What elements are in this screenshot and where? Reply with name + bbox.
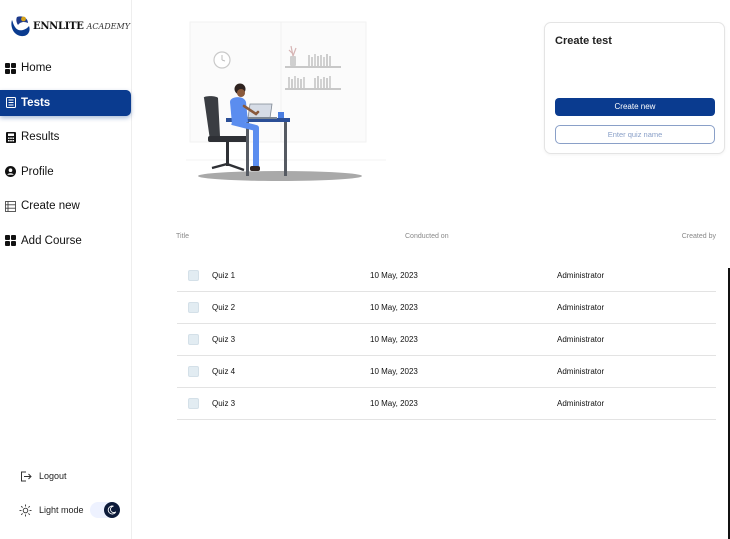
row-title: Quiz 2 xyxy=(212,303,236,312)
brand-logo[interactable]: ENNLITE ACADEMY xyxy=(8,12,130,40)
row-title: Quiz 4 xyxy=(212,367,236,376)
row-created-by: Administrator xyxy=(557,335,605,344)
moon-icon xyxy=(103,502,120,518)
row-title: Quiz 1 xyxy=(212,271,236,280)
row-date: 10 May, 2023 xyxy=(370,335,418,344)
brand-name: ENNLITE xyxy=(33,20,84,32)
tests-table-header: Title Conducted on Created by xyxy=(176,233,716,243)
create-test-title: Create test xyxy=(555,35,612,47)
brand-subtitle: ACADEMY xyxy=(86,21,130,31)
quiz-name-input[interactable] xyxy=(555,125,715,144)
table-row[interactable]: Quiz 3 10 May, 2023 Administrator xyxy=(177,388,716,420)
user-circle-icon xyxy=(5,166,16,177)
list-icon xyxy=(5,200,16,212)
sidebar-item-label: Tests xyxy=(21,96,51,109)
table-row[interactable]: Quiz 2 10 May, 2023 Administrator xyxy=(177,292,716,324)
sidebar-item-add-course[interactable]: Add Course xyxy=(0,228,132,254)
grid-icon xyxy=(5,235,16,246)
row-date: 10 May, 2023 xyxy=(370,303,418,312)
column-header-title: Title xyxy=(176,233,189,240)
light-mode-control: Light mode xyxy=(18,502,120,518)
column-header-conducted-on: Conducted on xyxy=(405,233,449,240)
sidebar-item-label: Results xyxy=(21,131,60,143)
document-icon xyxy=(5,97,16,108)
grid-icon xyxy=(5,62,16,74)
row-date: 10 May, 2023 xyxy=(370,399,418,408)
logout-icon xyxy=(18,469,32,483)
row-title: Quiz 3 xyxy=(212,399,236,408)
sidebar-item-create-new[interactable]: Create new xyxy=(0,193,132,219)
sidebar: ENNLITE ACADEMY Home Tests Results Profi… xyxy=(0,0,132,539)
sidebar-item-home[interactable]: Home xyxy=(0,55,132,81)
row-checkbox[interactable] xyxy=(188,270,199,281)
sidebar-item-profile[interactable]: Profile xyxy=(0,159,132,185)
table-row[interactable]: Quiz 3 10 May, 2023 Administrator xyxy=(177,324,716,356)
row-created-by: Administrator xyxy=(557,367,605,376)
person-at-desk-illustration xyxy=(186,21,386,181)
sun-icon xyxy=(18,503,32,517)
row-created-by: Administrator xyxy=(557,271,605,280)
row-checkbox[interactable] xyxy=(188,398,199,409)
sidebar-item-label: Create new xyxy=(21,200,80,212)
row-title: Quiz 3 xyxy=(212,335,236,344)
row-checkbox[interactable] xyxy=(188,334,199,345)
table-row[interactable]: Quiz 1 10 May, 2023 Administrator xyxy=(177,260,716,292)
sidebar-item-tests[interactable]: Tests xyxy=(0,89,131,116)
calculator-icon xyxy=(5,131,16,143)
logout-button[interactable]: Logout xyxy=(18,469,67,483)
row-created-by: Administrator xyxy=(557,399,605,408)
logout-label: Logout xyxy=(39,471,67,481)
theme-toggle[interactable] xyxy=(89,502,120,518)
sidebar-nav: Home Tests Results Profile Create new Ad… xyxy=(0,55,132,262)
row-created-by: Administrator xyxy=(557,303,605,312)
light-mode-label: Light mode xyxy=(39,505,84,515)
row-date: 10 May, 2023 xyxy=(370,367,418,376)
column-header-created-by: Created by xyxy=(681,233,716,240)
ennlite-logo-icon xyxy=(11,16,30,37)
sidebar-item-label: Profile xyxy=(21,165,54,178)
sidebar-item-label: Home xyxy=(21,62,52,74)
create-new-button[interactable]: Create new xyxy=(555,98,715,116)
sidebar-item-label: Add Course xyxy=(21,234,82,247)
row-checkbox[interactable] xyxy=(188,366,199,377)
table-row[interactable]: Quiz 4 10 May, 2023 Administrator xyxy=(177,356,716,388)
row-checkbox[interactable] xyxy=(188,302,199,313)
row-date: 10 May, 2023 xyxy=(370,271,418,280)
sidebar-item-results[interactable]: Results xyxy=(0,124,132,150)
create-test-card: Create test Create new xyxy=(544,22,725,154)
